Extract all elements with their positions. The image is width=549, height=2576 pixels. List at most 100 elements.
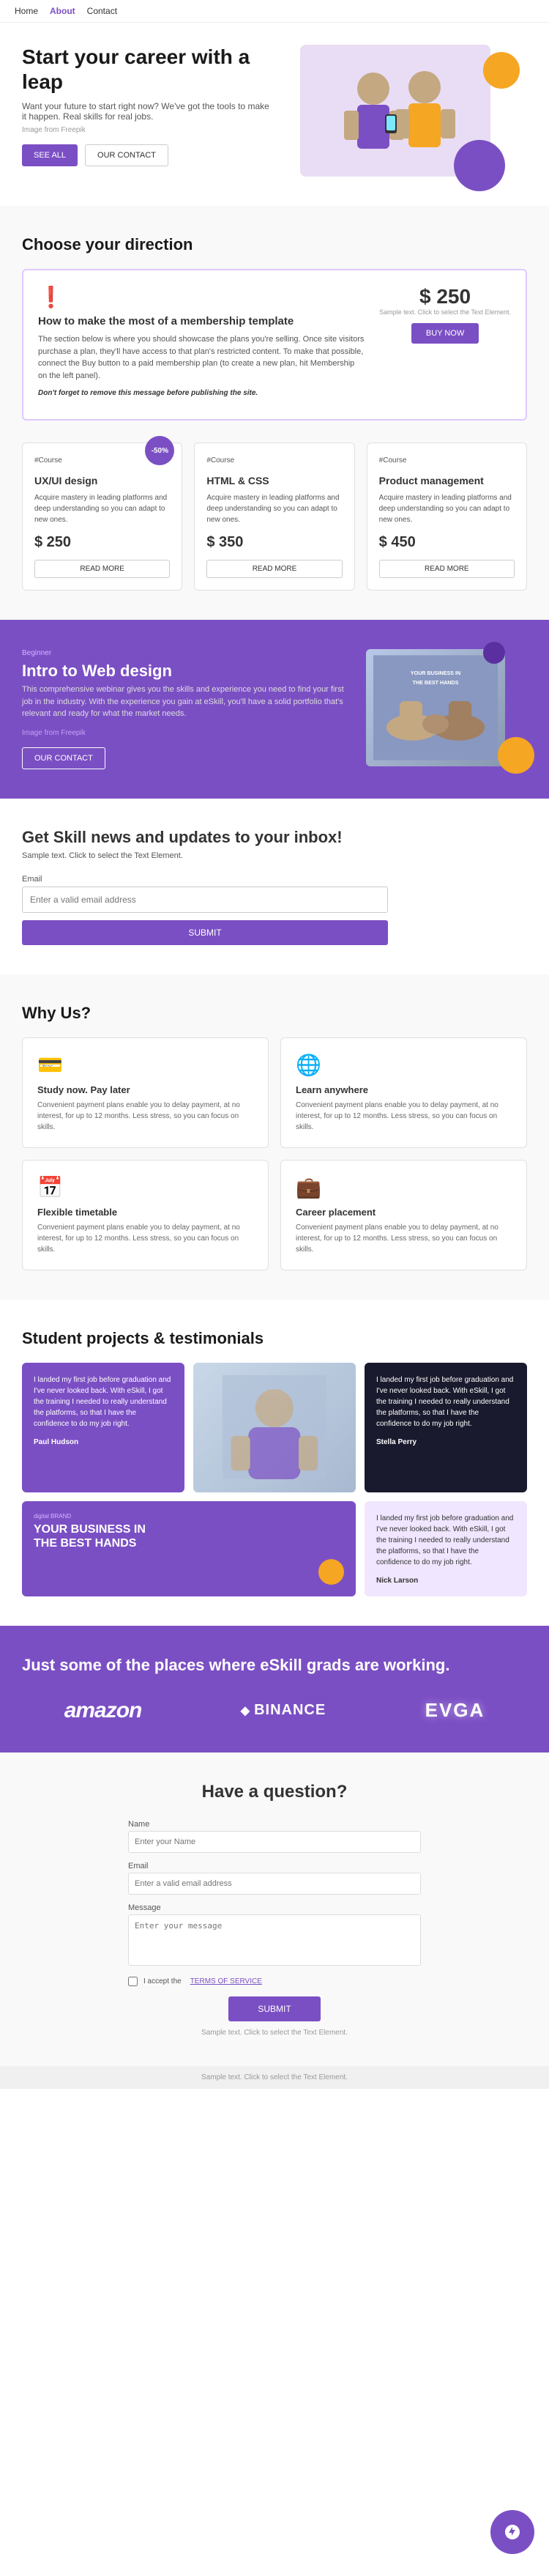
business-card-title: YOUR BUSINESS INTHE BEST HANDS <box>34 1522 344 1550</box>
message-label: Message <box>128 1903 421 1912</box>
membership-price-note: Sample text. Click to select the Text El… <box>379 308 511 316</box>
hero-buttons: SEE ALL OUR CONTACT <box>22 144 271 166</box>
why-card-2: 🌐 Learn anywhere Convenient payment plan… <box>280 1037 527 1148</box>
terms-row: I accept the TERMS OF SERVICE <box>128 1977 421 1986</box>
testimonial-text-1: I landed my first job before graduation … <box>34 1374 173 1429</box>
contact-submit-button[interactable]: SUBMIT <box>228 1996 320 2021</box>
why-title-1: Study now. Pay later <box>37 1084 253 1095</box>
intro-circle-orange <box>498 737 534 774</box>
nav-contact[interactable]: Contact <box>87 6 117 16</box>
course-title-3: Product management <box>379 475 515 486</box>
read-more-button-2[interactable]: READ MORE <box>206 560 342 578</box>
why-icon-4: 💼 <box>296 1175 512 1199</box>
floating-action-button[interactable] <box>490 2510 534 2554</box>
course-title-1: UX/UI design <box>34 475 170 486</box>
newsletter-description: Sample text. Click to select the Text El… <box>22 851 388 860</box>
testimonial-name-3: Stella Perry <box>376 1438 417 1446</box>
choose-direction-title: Choose your direction <box>22 235 527 254</box>
hero-section: Start your career with a leap Want your … <box>0 23 549 206</box>
newsletter-submit-button[interactable]: SUBMIT <box>22 920 388 945</box>
testimonial-business-card: digital BRAND YOUR BUSINESS INTHE BEST H… <box>22 1501 356 1596</box>
course-desc-2: Acquire mastery in leading platforms and… <box>206 492 342 525</box>
terms-prefix: I accept the <box>143 1977 182 1985</box>
membership-price: $ 250 <box>379 285 511 308</box>
why-title-3: Flexible timetable <box>37 1207 253 1218</box>
course-tag-2: #Course <box>206 455 342 466</box>
intro-web-image: YOUR BUSINESS IN THE BEST HANDS <box>366 649 527 766</box>
why-us-title: Why Us? <box>22 1004 527 1023</box>
intro-our-contact-button[interactable]: OUR CONTACT <box>22 747 105 769</box>
hero-image-area <box>293 45 527 199</box>
testimonials-title: Student projects & testimonials <box>22 1329 527 1348</box>
contact-inner: Have a question? Name Email Message I ac… <box>128 1782 421 2037</box>
name-input[interactable] <box>128 1831 421 1853</box>
why-desc-2: Convenient payment plans enable you to d… <box>296 1100 512 1133</box>
testimonials-section: Student projects & testimonials I landed… <box>0 1300 549 1626</box>
amazon-text: amazon <box>64 1698 142 1723</box>
course-price-1: $ 250 <box>34 534 170 551</box>
testimonial-image-person <box>193 1363 356 1493</box>
course-desc-1: Acquire mastery in leading platforms and… <box>34 492 170 525</box>
svg-text:THE BEST HANDS: THE BEST HANDS <box>413 680 459 686</box>
read-more-button-3[interactable]: READ MORE <box>379 560 515 578</box>
read-more-button-1[interactable]: READ MORE <box>34 560 170 578</box>
course-card-2: #Course HTML & CSS Acquire mastery in le… <box>194 443 354 591</box>
why-card-1: 💳 Study now. Pay later Convenient paymen… <box>22 1037 269 1148</box>
name-field-group: Name <box>128 1820 421 1853</box>
testimonial-text-5: I landed my first job before graduation … <box>376 1513 515 1568</box>
email-input[interactable] <box>128 1873 421 1895</box>
nav-about[interactable]: About <box>50 6 75 16</box>
see-all-button[interactable]: SEE ALL <box>22 144 78 166</box>
message-input[interactable] <box>128 1914 421 1966</box>
testimonial-text-3: I landed my first job before graduation … <box>376 1374 515 1429</box>
why-grid: 💳 Study now. Pay later Convenient paymen… <box>22 1037 527 1270</box>
hands-image: YOUR BUSINESS IN THE BEST HANDS <box>366 649 505 766</box>
intro-image-credit: Image from Freepik <box>22 729 344 737</box>
newsletter-email-input[interactable] <box>22 887 388 913</box>
why-desc-1: Convenient payment plans enable you to d… <box>37 1100 253 1133</box>
hero-description: Want your future to start right now? We'… <box>22 101 271 122</box>
business-card-label: digital BRAND <box>34 1513 344 1520</box>
newsletter-title: Get Skill news and updates to your inbox… <box>22 828 388 847</box>
course-card-3: #Course Product management Acquire maste… <box>367 443 527 591</box>
nav-home[interactable]: Home <box>15 6 38 16</box>
testimonial-3: I landed my first job before graduation … <box>365 1363 527 1493</box>
why-desc-3: Convenient payment plans enable you to d… <box>37 1222 253 1255</box>
contact-title: Have a question? <box>128 1782 421 1802</box>
why-icon-3: 📅 <box>37 1175 253 1199</box>
business-circle-orange <box>318 1559 344 1585</box>
course-price-2: $ 350 <box>206 534 342 551</box>
course-price-3: $ 450 <box>379 534 515 551</box>
evga-text: EVGA <box>425 1699 485 1721</box>
course-desc-3: Acquire mastery in leading platforms and… <box>379 492 515 525</box>
svg-text:YOUR BUSINESS IN: YOUR BUSINESS IN <box>411 670 460 676</box>
terms-link[interactable]: TERMS OF SERVICE <box>190 1977 262 1985</box>
buy-now-button[interactable]: BUY NOW <box>411 323 479 344</box>
intro-description: This comprehensive webinar gives you the… <box>22 684 344 720</box>
newsletter-section: Get Skill news and updates to your inbox… <box>0 799 549 974</box>
why-icon-2: 🌐 <box>296 1053 512 1077</box>
message-field-group: Message <box>128 1903 421 1968</box>
hero-title: Start your career with a leap <box>22 45 271 94</box>
companies-logos: amazon ◆ BINANCE EVGA <box>22 1698 527 1723</box>
membership-left: ❗ How to make the most of a membership t… <box>38 285 365 404</box>
membership-right: $ 250 Sample text. Click to select the T… <box>379 285 511 344</box>
membership-body: The section below is where you should sh… <box>38 333 365 382</box>
discount-badge: -50% <box>145 436 174 465</box>
newsletter-email-label: Email <box>22 875 388 884</box>
evga-logo: EVGA <box>425 1699 485 1722</box>
why-desc-4: Convenient payment plans enable you to d… <box>296 1222 512 1255</box>
why-title-4: Career placement <box>296 1207 512 1218</box>
hero-image-credit: Image from Freepik <box>22 126 271 134</box>
testimonial-name-1: Paul Hudson <box>34 1438 78 1446</box>
course-cards: -50% #Course UX/UI design Acquire master… <box>22 443 527 591</box>
terms-checkbox[interactable] <box>128 1977 138 1986</box>
email-field-group: Email <box>128 1862 421 1895</box>
choose-direction-section: Choose your direction ❗ How to make the … <box>0 206 549 620</box>
our-contact-button[interactable]: OUR CONTACT <box>85 144 168 166</box>
testimonial-name-5: Nick Larson <box>376 1577 418 1585</box>
intro-tag: Beginner <box>22 649 344 657</box>
membership-box: ❗ How to make the most of a membership t… <box>22 269 527 421</box>
hero-text: Start your career with a leap Want your … <box>22 45 271 166</box>
newsletter-inner: Get Skill news and updates to your inbox… <box>22 828 388 945</box>
